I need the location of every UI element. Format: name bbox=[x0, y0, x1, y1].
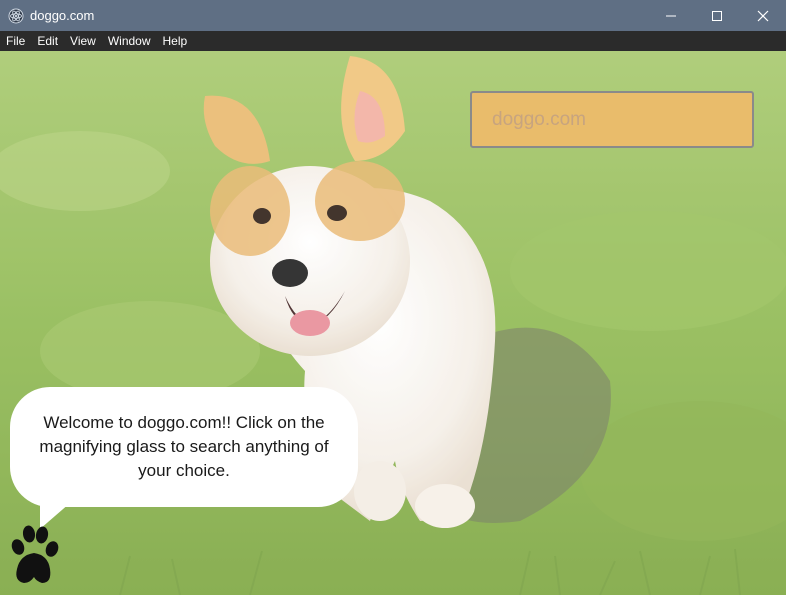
menu-file[interactable]: File bbox=[0, 31, 31, 51]
close-icon bbox=[757, 10, 769, 21]
title-bar[interactable]: doggo.com bbox=[0, 0, 786, 31]
minimize-icon bbox=[666, 15, 676, 16]
maximize-button[interactable] bbox=[694, 0, 740, 31]
close-button[interactable] bbox=[740, 0, 786, 31]
welcome-speech-bubble: Welcome to doggo.com!! Click on the magn… bbox=[10, 387, 358, 507]
page-content: Welcome to doggo.com!! Click on the magn… bbox=[0, 51, 786, 595]
minimize-button[interactable] bbox=[648, 0, 694, 31]
menu-help[interactable]: Help bbox=[157, 31, 194, 51]
menu-view[interactable]: View bbox=[64, 31, 102, 51]
maximize-icon bbox=[712, 10, 722, 21]
menu-bar: File Edit View Window Help bbox=[0, 31, 786, 51]
paw-icon[interactable] bbox=[8, 523, 60, 587]
search-input[interactable] bbox=[470, 91, 754, 148]
menu-edit[interactable]: Edit bbox=[31, 31, 64, 51]
app-window: doggo.com File Edit View Window Help dog… bbox=[0, 0, 786, 595]
window-controls bbox=[648, 0, 786, 31]
menu-window[interactable]: Window bbox=[102, 31, 157, 51]
electron-icon bbox=[8, 8, 24, 24]
window-title: doggo.com bbox=[30, 8, 95, 23]
welcome-message: Welcome to doggo.com!! Click on the magn… bbox=[39, 413, 329, 480]
